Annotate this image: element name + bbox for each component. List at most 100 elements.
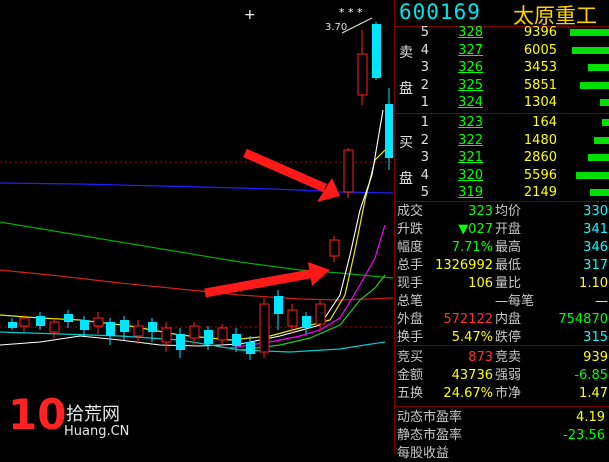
stat-row: 总笔 —每笔 — (395, 293, 609, 310)
sell-volume-bar (572, 46, 609, 54)
buy-price[interactable]: 323 (435, 114, 483, 131)
stat-value: -6.85 (574, 368, 608, 383)
watermark-name: 拾荒网 (66, 404, 120, 425)
candle-body (302, 316, 311, 328)
buy-volume-bar (594, 136, 609, 144)
sell-volume: 3453 (523, 60, 557, 75)
stat-value: ▼027 (458, 222, 493, 237)
buy-volume: 164 (532, 115, 557, 130)
sell-row[interactable]: 2 325 5851 (395, 77, 609, 94)
sell-volume-bar (570, 29, 609, 36)
stat-label: 总手 (397, 258, 424, 273)
candle-body (274, 296, 283, 314)
stat-value: 5.47% (451, 330, 493, 345)
stat-row: 金额 43736 强弱 -6.85 (395, 367, 609, 384)
stat-label: 升跌 (397, 222, 424, 237)
candle-body (176, 334, 185, 350)
stat-label: 跌停 (495, 330, 522, 345)
buy-volume-bar (588, 154, 609, 161)
stat-value: 754870 (558, 312, 608, 327)
buy-volume-bar (602, 119, 609, 126)
stat-label: 现手 (397, 276, 424, 291)
sell-price[interactable]: 325 (435, 77, 483, 94)
stat-label: 竞买 (397, 350, 424, 365)
stat-label: 市净 (495, 386, 522, 401)
watermark-url: Huang.CN (64, 424, 130, 439)
sell-price[interactable]: 326 (435, 59, 483, 76)
candle-body (259, 303, 270, 353)
sell-volume-bar (600, 99, 609, 106)
candle-body (133, 325, 144, 337)
sell-row[interactable]: 5 328 9396 (395, 24, 609, 41)
stat-row: 竞买 873 竞卖 939 (395, 349, 609, 366)
candle-body (161, 327, 172, 343)
candle-body (80, 320, 89, 330)
sell-volume: 9396 (523, 25, 557, 40)
quote-panel: 600169 太原重工 卖 盘 5 328 9396 4 327 6005 3 326 3453… (394, 0, 609, 461)
buy-row[interactable]: 5 319 2149 (395, 184, 609, 201)
buy-level: 3 (420, 150, 429, 165)
sell-volume: 6005 (523, 42, 557, 58)
candle-body (8, 322, 17, 328)
stat-row: 升跌 ▼027 开盘 341 (395, 221, 609, 238)
stat-label: —每笔 (495, 294, 535, 309)
buy-price[interactable]: 321 (435, 149, 483, 166)
buy-row[interactable]: 1 323 164 (395, 114, 609, 131)
sell-level: 5 (420, 25, 429, 40)
stat-value: 24.67% (443, 386, 493, 401)
candle-body (148, 322, 157, 332)
sell-price[interactable]: 324 (435, 94, 483, 111)
stat-row: 五换 24.67% 市净 1.47 (395, 385, 609, 402)
candle-body (385, 104, 393, 158)
stat-label: 量比 (495, 276, 522, 291)
pe-value: 4.19 (576, 410, 605, 425)
stat-value: 43736 (451, 368, 493, 383)
sell-price[interactable]: 327 (435, 42, 483, 59)
buy-row[interactable]: 3 321 2860 (395, 149, 609, 166)
sell-volume: 5851 (523, 77, 557, 93)
stat-label: 强弱 (495, 368, 522, 383)
candlestick-chart[interactable]: + 3.70 * * * (0, 0, 393, 454)
stat-label: 最高 (495, 240, 522, 255)
sell-volume: 1304 (523, 95, 557, 110)
buy-price[interactable]: 320 (435, 167, 483, 184)
pe-label: 动态市盈率 (397, 410, 463, 425)
candle-body (49, 321, 60, 333)
candle-body (189, 325, 200, 339)
stat-row: 成交 323 均价 330 (395, 203, 609, 220)
sell-volume-bar (580, 81, 609, 89)
watermark-number: 10 (8, 390, 67, 439)
buy-level: 5 (420, 185, 429, 200)
buy-price[interactable]: 322 (435, 132, 483, 149)
buy-row[interactable]: 4 320 5596 (395, 167, 609, 184)
buy-volume: 5596 (523, 167, 557, 183)
stat-value: 330 (583, 204, 608, 219)
stat-row: 现手 106 量比 1.10 (395, 275, 609, 292)
buy-volume: 2860 (523, 150, 557, 165)
stat-label: 开盘 (495, 222, 522, 237)
stat-value: 572122 (443, 312, 493, 327)
buy-level: 1 (420, 115, 429, 130)
buy-row[interactable]: 2 322 1480 (395, 132, 609, 149)
stat-value: — (595, 294, 608, 309)
stock-code: 600169 (399, 0, 481, 24)
sell-level: 1 (420, 95, 429, 110)
sell-row[interactable]: 3 326 3453 (395, 59, 609, 76)
candle-body (246, 342, 255, 354)
buy-volume: 1480 (523, 132, 557, 148)
stat-value: 1.10 (579, 276, 608, 291)
candle-body (232, 334, 241, 346)
sell-level: 3 (420, 60, 429, 75)
candle-body (287, 309, 298, 327)
sell-row[interactable]: 1 324 1304 (395, 94, 609, 111)
candle-body (315, 303, 326, 325)
candle-body (64, 314, 73, 322)
sell-level: 4 (420, 42, 429, 58)
peak-marker: * * * (339, 6, 363, 19)
sell-price[interactable]: 328 (435, 24, 483, 41)
stat-label: 五换 (397, 386, 424, 401)
sell-row[interactable]: 4 327 6005 (395, 42, 609, 59)
stat-value: 317 (583, 258, 608, 273)
pe-row: 静态市盈率 -23.56 (395, 427, 609, 444)
buy-price[interactable]: 319 (435, 184, 483, 201)
